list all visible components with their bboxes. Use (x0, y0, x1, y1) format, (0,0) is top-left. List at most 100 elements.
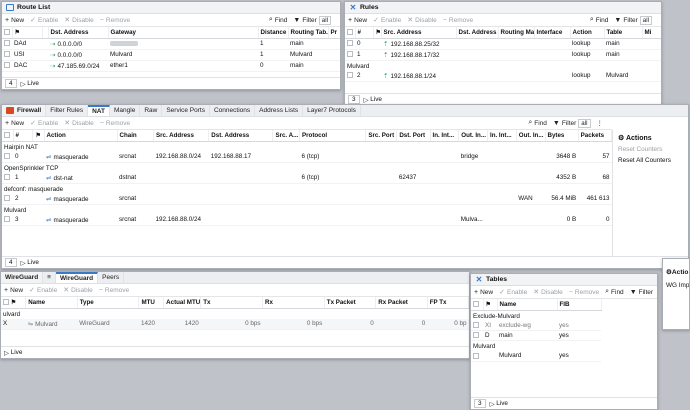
col-protocol[interactable]: Protocol (299, 130, 367, 142)
disable-button[interactable]: ✕ Disable (63, 286, 93, 295)
table-row[interactable]: X ⇋ Mulvard WireGuard 1420 1420 0 bps 0 b… (1, 318, 469, 330)
row-checkbox[interactable] (347, 51, 353, 58)
table-row[interactable]: XI exclude-wg yes (471, 320, 601, 331)
tab-layer7-protocols[interactable]: Layer7 Protocols (303, 105, 361, 116)
table-row[interactable]: DAC ⇢ 47.185.69.0/24 ether1 0 main (2, 60, 340, 72)
col-src-address-list[interactable]: Src. A... (272, 130, 300, 142)
col-flags[interactable]: ⚑ (373, 27, 382, 39)
col-num[interactable]: # (13, 130, 34, 142)
enable-button[interactable]: ✓ Enable (30, 119, 58, 128)
find-button[interactable]: ⌕ Find (605, 288, 624, 296)
wg-import-button[interactable]: WG Impo (666, 282, 689, 289)
table-row[interactable]: 1 ⇡ 192.168.88.17/32 lookup main (345, 49, 661, 61)
col-routing-table[interactable]: Routing Tab... (288, 27, 329, 39)
tab-switcher-icon[interactable]: ≡ (43, 272, 56, 283)
enable-button[interactable]: ✓ Enable (373, 16, 401, 25)
row-checkbox[interactable] (4, 51, 10, 58)
col-in-interface-list[interactable]: In. Int... (487, 130, 517, 142)
col-dst-address[interactable]: Dst. Address (456, 27, 499, 39)
table-row[interactable]: D main yes (471, 330, 601, 341)
col-name[interactable]: Name (25, 297, 78, 309)
col-select[interactable] (345, 27, 356, 39)
live-toggle[interactable]: ▷ Live (364, 96, 382, 104)
col-fp-tx[interactable]: FP Tx (427, 297, 469, 309)
tab-wireguard[interactable]: WireGuard (55, 272, 99, 283)
live-toggle[interactable]: ▷ Live (21, 80, 39, 88)
disable-button[interactable]: ✕ Disable (64, 16, 94, 25)
tab-mangle[interactable]: Mangle (110, 105, 141, 116)
filter-select[interactable]: all (318, 15, 331, 25)
col-actual-mtu[interactable]: Actual MTU (163, 297, 202, 309)
filter-button[interactable]: ▼ Filter all (553, 118, 591, 128)
filter-button[interactable]: ▼ Filter all (293, 15, 331, 25)
tab-address-lists[interactable]: Address Lists (255, 105, 304, 116)
col-flags[interactable]: ⚑ (12, 27, 43, 39)
tab-service-ports[interactable]: Service Ports (162, 105, 210, 116)
filter-select[interactable]: all (639, 15, 652, 25)
col-tx[interactable]: Tx (200, 297, 264, 309)
filter-button[interactable]: ▼ Filter (630, 289, 653, 296)
col-flags[interactable]: ⚑ (32, 130, 45, 142)
row-checkbox[interactable] (4, 174, 10, 181)
row-checkbox[interactable] (4, 62, 10, 69)
col-dst-port[interactable]: Dst. Port (396, 130, 431, 142)
tab-nat[interactable]: NAT (88, 105, 110, 116)
tab-connections[interactable]: Connections (210, 105, 256, 116)
reset-counters-button[interactable]: Reset Counters (618, 146, 683, 153)
disable-button[interactable]: ✕ Disable (407, 16, 437, 25)
col-out-interface[interactable]: Out. In... (458, 130, 488, 142)
col-src-address[interactable]: Src. Address (381, 27, 457, 39)
select-all-checkbox[interactable] (473, 301, 479, 308)
row-checkbox[interactable] (4, 195, 10, 202)
table-row[interactable]: 0 ⇌ masquerade srcnat 192.168.88.0/24 192… (2, 151, 612, 163)
new-button[interactable]: + New (348, 17, 367, 24)
row-checkbox[interactable] (347, 72, 353, 79)
select-all-checkbox[interactable] (4, 132, 10, 139)
find-button[interactable]: ⌕ Find (269, 16, 288, 24)
col-flags[interactable]: ⚑ (483, 299, 498, 311)
remove-button[interactable]: − Remove (569, 289, 599, 296)
tab-raw[interactable]: Raw (140, 105, 163, 116)
table-row[interactable]: 3 ⇌ masquerade srcnat 192.168.88.0/24 Mul… (2, 214, 612, 226)
col-select[interactable] (2, 27, 13, 39)
find-button[interactable]: ⌕ Find (590, 16, 609, 24)
remove-button[interactable]: − Remove (100, 17, 130, 24)
row-checkbox[interactable] (347, 40, 353, 47)
col-src-address[interactable]: Src. Address (153, 130, 210, 142)
col-mtu[interactable]: MTU (138, 297, 165, 309)
table-row[interactable]: Mulvard yes (471, 351, 601, 362)
col-name[interactable]: Name (497, 299, 558, 311)
col-fib[interactable]: FIB (557, 299, 602, 311)
col-dst-address[interactable]: Dst. Address (48, 27, 109, 39)
live-toggle[interactable]: ▷ Live (4, 349, 22, 357)
col-min[interactable]: Mi (642, 27, 661, 39)
col-type[interactable]: Type (77, 297, 140, 309)
col-chain[interactable]: Chain (117, 130, 154, 142)
col-select[interactable] (2, 130, 14, 142)
row-checkbox[interactable] (4, 216, 10, 223)
table-row[interactable]: 0 ⇡ 192.168.88.25/32 lookup main (345, 38, 661, 50)
col-select[interactable]: ⚑ (1, 297, 27, 309)
tab-filter-rules[interactable]: Filter Rules (46, 105, 89, 116)
enable-button[interactable]: ✓ Enable (29, 286, 57, 295)
col-num[interactable]: # (355, 27, 374, 39)
row-checkbox[interactable] (4, 153, 10, 160)
enable-button[interactable]: ✓ Enable (499, 288, 527, 297)
col-in-interface[interactable]: In. Int... (430, 130, 460, 142)
new-button[interactable]: + New (5, 120, 24, 127)
select-all-checkbox[interactable] (3, 299, 9, 306)
table-row[interactable]: 1 ⇌ dst-nat dstnat 6 (tcp) 62437 4352 B 6… (2, 172, 612, 184)
filter-select[interactable]: all (578, 118, 591, 128)
row-checkbox[interactable] (4, 40, 10, 47)
remove-button[interactable]: − Remove (99, 287, 129, 294)
row-checkbox[interactable] (473, 352, 479, 359)
live-toggle[interactable]: ▷ Live (21, 259, 39, 267)
table-row[interactable]: USI ⇢ 0.0.0.0/0 Mulvard 1 Mulvard (2, 49, 340, 61)
col-select[interactable] (471, 299, 484, 311)
col-dst-address[interactable]: Dst. Address (208, 130, 274, 142)
find-button[interactable]: ⌕ Find (528, 119, 547, 127)
col-packets[interactable]: Packets (578, 130, 613, 142)
col-distance[interactable]: Distance (258, 27, 289, 39)
table-row[interactable]: DAd ⇢ 0.0.0.0/0 1 main (2, 38, 340, 50)
more-menu-icon[interactable]: ⋮ (597, 119, 604, 127)
